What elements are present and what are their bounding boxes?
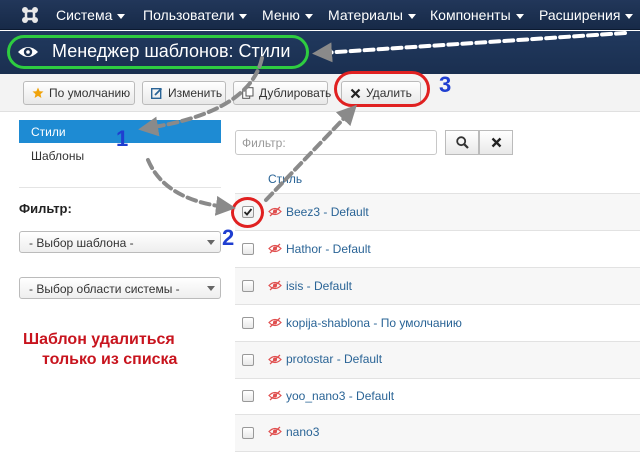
hidden-eye-icon bbox=[268, 243, 282, 254]
hidden-eye-icon bbox=[268, 206, 282, 217]
hidden-eye-icon bbox=[268, 354, 282, 365]
step-number-1: 1 bbox=[116, 126, 129, 151]
nav-content[interactable]: Материалы bbox=[328, 7, 416, 23]
nav-system[interactable]: Система bbox=[56, 7, 126, 23]
chevron-down-icon bbox=[207, 286, 215, 291]
nav-components-label: Компоненты bbox=[430, 7, 511, 23]
title-bar: Менеджер шаблонов: Стили bbox=[0, 31, 640, 74]
edit-icon bbox=[151, 87, 163, 99]
nav-system-label: Система bbox=[56, 7, 113, 23]
hidden-eye-icon bbox=[268, 280, 282, 291]
hidden-eye-icon bbox=[268, 317, 282, 328]
eye-icon bbox=[18, 47, 38, 57]
arrow-to-checkbox bbox=[146, 158, 236, 216]
table-divider bbox=[235, 304, 640, 305]
row-checkbox[interactable] bbox=[242, 427, 254, 439]
template-select[interactable]: - Выбор шаблона - bbox=[19, 231, 221, 253]
filter-heading: Фильтр: bbox=[19, 201, 72, 216]
area-select-value: - Выбор области системы - bbox=[29, 282, 180, 296]
row-style-link[interactable]: kopija-shablona - По умолчанию bbox=[286, 316, 462, 330]
caret-down-icon bbox=[625, 13, 634, 19]
caret-down-icon bbox=[304, 13, 313, 19]
table-divider bbox=[235, 378, 640, 379]
search-button[interactable] bbox=[445, 130, 479, 155]
caret-down-icon bbox=[515, 13, 524, 19]
default-button-label: По умолчанию bbox=[49, 86, 131, 100]
hidden-eye-icon bbox=[268, 426, 282, 437]
copy-icon bbox=[242, 87, 254, 99]
top-navbar: Система Пользователи Меню Материалы Комп… bbox=[0, 0, 640, 30]
warning-line-2: только из списка bbox=[42, 351, 178, 368]
duplicate-button[interactable]: Дублировать bbox=[233, 81, 332, 105]
nav-extensions-label: Расширения bbox=[539, 7, 621, 23]
duplicate-button-label: Дублировать bbox=[259, 86, 332, 100]
row-checkbox[interactable] bbox=[242, 280, 254, 292]
filter-input[interactable]: Фильтр: bbox=[235, 130, 437, 155]
row-style-link[interactable]: nano3 bbox=[286, 425, 319, 439]
nav-content-label: Материалы bbox=[328, 7, 403, 23]
edit-button[interactable]: Изменить bbox=[142, 81, 226, 105]
nav-components[interactable]: Компоненты bbox=[430, 7, 524, 23]
clear-button[interactable] bbox=[479, 130, 513, 155]
row-style-link[interactable]: isis - Default bbox=[286, 279, 352, 293]
template-select-value: - Выбор шаблона - bbox=[29, 236, 134, 250]
sidebar-divider bbox=[19, 187, 221, 188]
area-select[interactable]: - Выбор области системы - bbox=[19, 277, 221, 299]
caret-down-icon bbox=[117, 13, 126, 19]
hidden-eye-icon bbox=[268, 390, 282, 401]
row-style-link[interactable]: protostar - Default bbox=[286, 352, 382, 366]
caret-down-icon bbox=[239, 13, 248, 19]
table-divider bbox=[235, 230, 640, 231]
nav-menu-label: Меню bbox=[262, 7, 300, 23]
nav-users-label: Пользователи bbox=[143, 7, 235, 23]
row-checkbox[interactable] bbox=[242, 243, 254, 255]
default-button[interactable]: По умолчанию bbox=[23, 81, 135, 105]
step-number-3: 3 bbox=[439, 72, 452, 97]
page-title: Менеджер шаблонов: Стили bbox=[52, 41, 291, 61]
delete-highlight bbox=[334, 71, 430, 107]
warning-line-1: Шаблон удалиться bbox=[23, 331, 175, 348]
close-icon bbox=[491, 137, 501, 148]
joomla-logo[interactable] bbox=[20, 5, 40, 25]
row-checkbox[interactable] bbox=[242, 317, 254, 329]
edit-button-label: Изменить bbox=[168, 86, 223, 100]
nav-menu[interactable]: Меню bbox=[262, 7, 313, 23]
row-style-link[interactable]: Beez3 - Default bbox=[286, 205, 369, 219]
nav-extensions[interactable]: Расширения bbox=[539, 7, 634, 23]
toolbar: По умолчанию Изменить Дублировать Удалит… bbox=[0, 74, 640, 112]
row-style-link[interactable]: Hathor - Default bbox=[286, 242, 371, 256]
table-divider bbox=[235, 451, 640, 452]
row-style-link[interactable]: yoo_nano3 - Default bbox=[286, 389, 394, 403]
search-icon bbox=[455, 136, 469, 149]
row-checkbox[interactable] bbox=[242, 390, 254, 402]
step-number-2: 2 bbox=[222, 225, 235, 250]
checkbox-highlight bbox=[231, 197, 264, 228]
chevron-down-icon bbox=[207, 240, 215, 245]
column-header-style[interactable]: Стиль bbox=[268, 172, 302, 186]
row-checkbox[interactable] bbox=[242, 354, 254, 366]
sidebar-item-templates[interactable]: Шаблоны bbox=[31, 149, 84, 163]
caret-down-icon bbox=[407, 13, 416, 19]
star-icon bbox=[32, 87, 44, 98]
nav-users[interactable]: Пользователи bbox=[143, 7, 248, 23]
arrow-to-delete bbox=[264, 104, 357, 202]
